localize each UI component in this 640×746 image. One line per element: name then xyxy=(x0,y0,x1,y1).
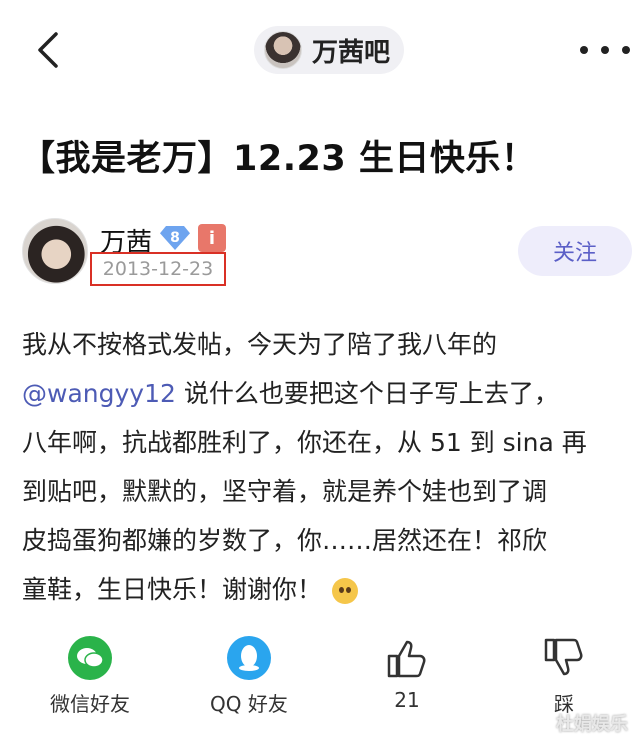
qq-label: QQ 好友 xyxy=(210,692,288,716)
qq-icon xyxy=(226,636,271,680)
body-text: 童鞋，生日快乐！谢谢你！ xyxy=(22,575,323,604)
body-line: 童鞋，生日快乐！谢谢你！ xyxy=(22,565,626,614)
more-options-button[interactable] xyxy=(580,36,630,64)
wechat-label: 微信好友 xyxy=(50,692,130,716)
like-button[interactable]: 21 xyxy=(385,636,429,712)
follow-button[interactable]: 关注 xyxy=(518,226,632,276)
forum-name: 万茜吧 xyxy=(312,37,391,68)
action-bar: 微信好友 QQ 好友 21 踩 xyxy=(0,636,640,726)
more-dot xyxy=(601,46,609,54)
forum-pill[interactable]: 万茜吧 xyxy=(254,26,404,74)
body-line: @wangyy12 说什么也要把这个日子写上去了， xyxy=(22,369,626,418)
back-button[interactable] xyxy=(30,28,70,72)
body-line: 八年啊，抗战都胜利了，你还在，从 51 到 sina 再 xyxy=(22,428,587,457)
info-badge-icon: i xyxy=(198,224,226,252)
forum-avatar xyxy=(264,31,302,69)
body-line: 皮捣蛋狗都嫌的岁数了，你……居然还在！祁欣 xyxy=(22,526,548,555)
watermark: 杜娟娱乐 xyxy=(556,714,628,735)
post-body: 我从不按格式发帖，今天为了陪了我八年的 @wangyy12 说什么也要把这个日子… xyxy=(22,320,626,614)
body-line: 到贴吧，默默的，坚守着，就是养个娃也到了调 xyxy=(22,477,548,506)
top-bar: 万茜吧 xyxy=(0,0,640,100)
level-badge-icon: 8 xyxy=(160,226,190,250)
thumbs-up-icon xyxy=(387,640,426,678)
post-date: 2013-12-23 xyxy=(90,252,226,286)
post-title: 【我是老万】12.23 生日快乐！ xyxy=(20,139,537,179)
dislike-button[interactable]: 踩 xyxy=(542,636,586,717)
user-mention-link[interactable]: @wangyy12 xyxy=(22,379,176,408)
share-qq-button[interactable]: QQ 好友 xyxy=(210,636,288,717)
more-dots-icon xyxy=(580,46,588,54)
more-dot xyxy=(622,46,630,54)
wechat-icon xyxy=(68,636,112,680)
author-avatar[interactable] xyxy=(22,218,88,284)
body-text: 说什么也要把这个日子写上去了， xyxy=(175,379,559,408)
thumbs-down-icon xyxy=(544,638,583,676)
pleading-face-emoji-icon xyxy=(332,578,359,604)
chevron-left-icon xyxy=(38,32,58,68)
like-count: 21 xyxy=(394,688,420,712)
share-wechat-button[interactable]: 微信好友 xyxy=(50,636,130,717)
body-line: 我从不按格式发帖，今天为了陪了我八年的 xyxy=(22,330,498,359)
author-row: 万茜 8 i 2013-12-23 关注 xyxy=(0,214,640,294)
